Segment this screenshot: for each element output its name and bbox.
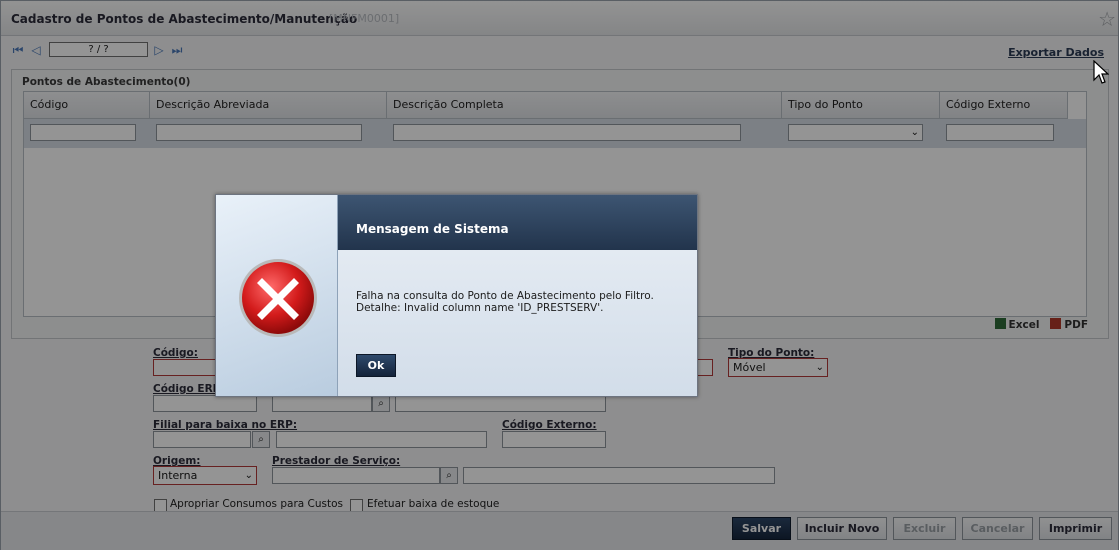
dialog-title: Mensagem de Sistema: [356, 222, 509, 236]
dialog-body: Falha na consulta do Ponto de Abastecime…: [338, 250, 697, 396]
dialog-header: Mensagem de Sistema: [338, 195, 697, 250]
dialog-message-line2: Detalhe: Invalid column name 'ID_PRESTSE…: [356, 302, 604, 314]
dialog-icon-panel: [216, 195, 338, 396]
ok-button[interactable]: Ok: [356, 354, 396, 377]
mouse-cursor-icon: [1093, 60, 1109, 84]
error-x-icon: [239, 259, 317, 337]
dialog-message-line1: Falha na consulta do Ponto de Abastecime…: [356, 290, 654, 302]
system-message-dialog: Mensagem de Sistema Falha na consulta do…: [215, 194, 698, 397]
